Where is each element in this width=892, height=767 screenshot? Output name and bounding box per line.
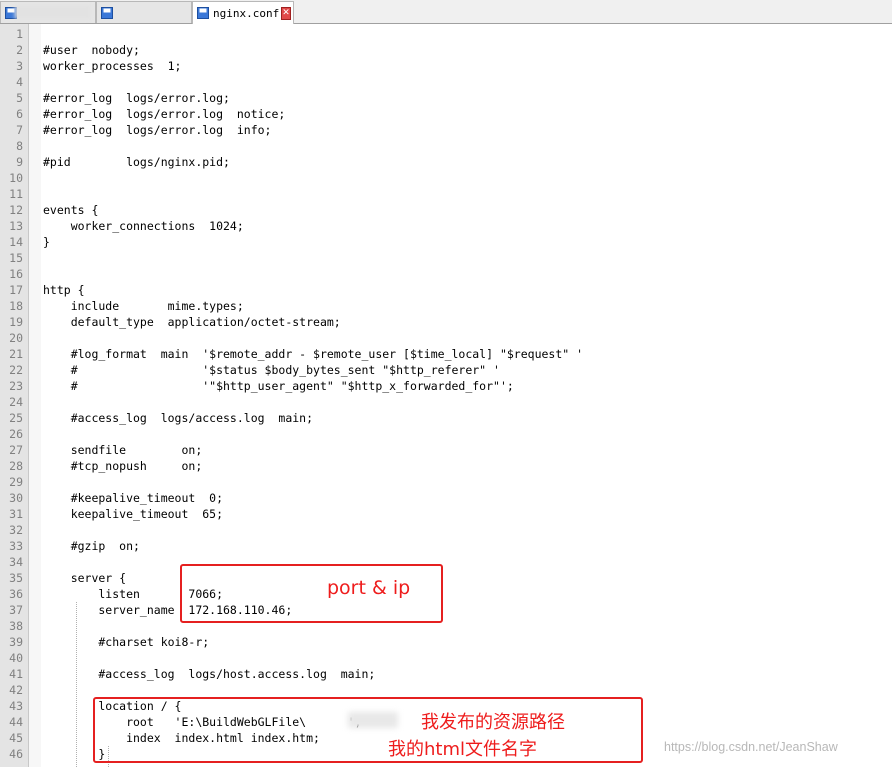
html-filename-annotation: 我的html文件名字 bbox=[388, 739, 538, 760]
code-text: server { bbox=[43, 571, 127, 585]
fold-margin bbox=[29, 24, 41, 767]
code-text: keepalive_timeout 65; bbox=[43, 507, 224, 521]
code-text: # '"$http_user_agent" "$http_x_forwarded… bbox=[43, 379, 514, 393]
line-number: 25 bbox=[9, 411, 23, 425]
code-text: #tcp_nopush on; bbox=[43, 459, 203, 473]
tab-nginx-conf-label: nginx.conf bbox=[213, 6, 280, 20]
line-number: 36 bbox=[9, 587, 23, 601]
save-file-icon bbox=[197, 7, 209, 19]
code-text: #error_log logs/error.log notice; bbox=[43, 107, 286, 121]
code-editor[interactable]: 1 2 #user nobody; 3 worker_processes 1; 4 5 #er… bbox=[0, 24, 892, 767]
watermark: https://blog.csdn.net/JeanShaw bbox=[664, 740, 838, 754]
line-number: 8 bbox=[16, 139, 23, 153]
line-number: 41 bbox=[9, 667, 23, 681]
line-number: 13 bbox=[9, 219, 23, 233]
code-text: #pid logs/nginx.pid; bbox=[43, 155, 230, 169]
line-number: 29 bbox=[9, 475, 23, 489]
line-number: 28 bbox=[9, 459, 23, 473]
save-file-icon bbox=[101, 6, 113, 19]
line-number: 7 bbox=[16, 123, 23, 137]
code-text: #access_log logs/access.log main; bbox=[43, 411, 314, 425]
line-number: 21 bbox=[9, 347, 23, 361]
line-number: 1 bbox=[16, 27, 23, 41]
code-text: include mime.types; bbox=[43, 299, 244, 313]
line-number: 22 bbox=[9, 363, 23, 377]
line-number: 32 bbox=[9, 523, 23, 537]
line-number: 10 bbox=[9, 171, 23, 185]
code-text: worker_processes 1; bbox=[43, 59, 182, 73]
line-number: 26 bbox=[9, 427, 23, 441]
line-number: 6 bbox=[16, 107, 23, 121]
line-number: 16 bbox=[9, 267, 23, 281]
line-number: 20 bbox=[9, 331, 23, 345]
line-number: 3 bbox=[16, 59, 23, 73]
code-text: worker_connections 1024; bbox=[43, 219, 244, 233]
line-number: 40 bbox=[9, 651, 23, 665]
line-number: 4 bbox=[16, 75, 23, 89]
line-number: 2 bbox=[16, 43, 23, 57]
line-number: 30 bbox=[9, 491, 23, 505]
tab-nginx-conf[interactable]: nginx.conf ✕ bbox=[192, 1, 294, 24]
code-text: events { bbox=[43, 203, 99, 217]
line-number: 37 bbox=[9, 603, 23, 617]
code-text: #user nobody; bbox=[43, 43, 140, 57]
code-text: #keepalive_timeout 0; bbox=[43, 491, 224, 505]
code-text: #gzip on; bbox=[43, 539, 140, 553]
line-number: 12 bbox=[9, 203, 23, 217]
line-number: 35 bbox=[9, 571, 23, 585]
line-number: 42 bbox=[9, 683, 23, 697]
line-number: 43 bbox=[9, 699, 23, 713]
code-text: sendfile on; bbox=[43, 443, 203, 457]
line-number: 39 bbox=[9, 635, 23, 649]
line-number: 15 bbox=[9, 251, 23, 265]
code-text: #charset koi8-r; bbox=[43, 635, 210, 649]
line-number: 18 bbox=[9, 299, 23, 313]
tab-file-1[interactable] bbox=[0, 1, 96, 23]
code-text: } bbox=[43, 235, 50, 249]
tab-file-2[interactable] bbox=[96, 1, 287, 23]
line-number: 33 bbox=[9, 539, 23, 553]
code-text: http { bbox=[43, 283, 85, 297]
tab-bar: nginx.conf ✕ bbox=[0, 0, 892, 24]
line-number: 45 bbox=[9, 731, 23, 745]
line-number: 5 bbox=[16, 91, 23, 105]
port-ip-annotation: port & ip bbox=[327, 577, 411, 599]
code-text: #error_log logs/error.log info; bbox=[43, 123, 272, 137]
line-number: 23 bbox=[9, 379, 23, 393]
line-number: 9 bbox=[16, 155, 23, 169]
line-number: 31 bbox=[9, 507, 23, 521]
line-number: 44 bbox=[9, 715, 23, 729]
line-number: 46 bbox=[9, 747, 23, 761]
code-text: #log_format main '$remote_addr - $remote… bbox=[43, 347, 584, 361]
resource-path-annotation: 我发布的资源路径 bbox=[421, 712, 565, 733]
close-icon[interactable]: ✕ bbox=[281, 6, 291, 20]
line-number: 17 bbox=[9, 283, 23, 297]
line-number: 38 bbox=[9, 619, 23, 633]
code-text: #access_log logs/host.access.log main; bbox=[43, 667, 376, 681]
line-number: 11 bbox=[9, 187, 23, 201]
line-number: 34 bbox=[9, 555, 23, 569]
code-text: default_type application/octet-stream; bbox=[43, 315, 341, 329]
code-text: # '$status $body_bytes_sent "$http_refer… bbox=[43, 363, 500, 377]
line-number: 19 bbox=[9, 315, 23, 329]
line-number: 14 bbox=[9, 235, 23, 249]
tab-label-redacted bbox=[15, 5, 91, 19]
line-number: 24 bbox=[9, 395, 23, 409]
redacted-path bbox=[348, 712, 398, 728]
code-text: #error_log logs/error.log; bbox=[43, 91, 230, 105]
line-number: 27 bbox=[9, 443, 23, 457]
